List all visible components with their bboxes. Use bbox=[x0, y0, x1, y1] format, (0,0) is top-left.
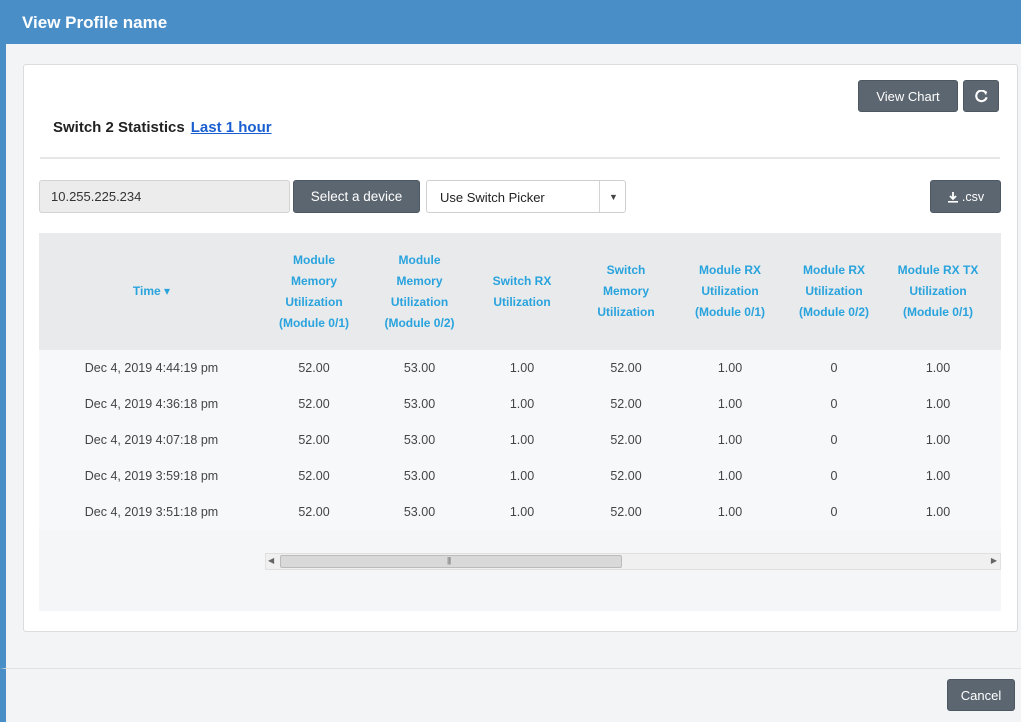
switch-picker-select[interactable]: Use Switch Picker ▼ bbox=[426, 180, 626, 213]
table-cell: 52.00 bbox=[610, 469, 642, 483]
table-cell: 52.00 bbox=[298, 397, 330, 411]
table-row: Dec 4, 2019 3:59:18 pm 52.00 53.00 1.00 … bbox=[39, 458, 1001, 494]
column-header-switch-rx[interactable]: Switch RX Utilization bbox=[471, 233, 573, 350]
table-cell: 1.00 bbox=[509, 469, 535, 483]
view-chart-button[interactable]: View Chart bbox=[858, 80, 958, 112]
table-cell: 52.00 bbox=[298, 469, 330, 483]
select-device-label: Select a device bbox=[310, 189, 403, 204]
table-cell: 0 bbox=[830, 505, 838, 519]
modal-title: View Profile name bbox=[22, 13, 168, 32]
modal-footer bbox=[0, 668, 1021, 722]
table-cell: 52.00 bbox=[298, 433, 330, 447]
view-chart-label: View Chart bbox=[876, 88, 940, 104]
modal-header: View Profile name bbox=[0, 0, 1021, 44]
column-header-label: Switch RX Utilization bbox=[492, 273, 552, 309]
cancel-button[interactable]: Cancel bbox=[947, 679, 1015, 711]
scroll-right-icon[interactable]: ▶ bbox=[991, 556, 997, 565]
column-header-module-rx-0-2[interactable]: Module RX Utilization (Module 0/2) bbox=[784, 233, 884, 350]
column-header-label: Module Memory Utilization (Module 0/2) bbox=[384, 252, 455, 330]
table-cell: 52.00 bbox=[298, 505, 330, 519]
table-cell: 53.00 bbox=[403, 433, 436, 447]
column-header-module-memory-0-1[interactable]: Module Memory Utilization (Module 0/1) bbox=[265, 233, 363, 350]
table-cell: 1.00 bbox=[717, 397, 743, 411]
cell-time: Dec 4, 2019 4:36:18 pm bbox=[84, 397, 219, 411]
cell-time: Dec 4, 2019 3:51:18 pm bbox=[84, 505, 219, 519]
table-cell: 1.00 bbox=[717, 433, 743, 447]
caret-down-icon[interactable]: ▼ bbox=[609, 192, 618, 202]
csv-export-button[interactable]: .csv bbox=[930, 180, 1001, 213]
table-cell: 0 bbox=[830, 397, 838, 411]
column-header-time[interactable]: Time ▾ bbox=[39, 233, 264, 350]
csv-label: .csv bbox=[961, 189, 985, 204]
table-row: Dec 4, 2019 3:51:18 pm 52.00 53.00 1.00 … bbox=[39, 494, 1001, 530]
switch-picker-value: Use Switch Picker bbox=[440, 190, 545, 205]
table-cell: 53.00 bbox=[403, 397, 436, 411]
cell-time: Dec 4, 2019 4:07:18 pm bbox=[84, 433, 219, 447]
time-range-link[interactable]: Last 1 hour bbox=[191, 119, 272, 136]
download-icon bbox=[947, 191, 958, 203]
divider bbox=[40, 157, 1000, 159]
table-cell: 1.00 bbox=[925, 361, 951, 375]
page-title: Switch 2 Statistics Last 1 hour bbox=[53, 119, 272, 136]
column-header-module-memory-0-2[interactable]: Module Memory Utilization (Module 0/2) bbox=[370, 233, 469, 350]
table-cell: 1.00 bbox=[717, 361, 743, 375]
scrollbar-thumb[interactable]: ||| bbox=[280, 555, 622, 568]
table-cell: 1.00 bbox=[925, 397, 951, 411]
column-header-label: Switch Memory Utilization bbox=[597, 263, 655, 319]
table-cell: 0 bbox=[830, 469, 838, 483]
horizontal-scrollbar[interactable]: ◀ ||| ▶ bbox=[265, 553, 1001, 570]
table-cell: 1.00 bbox=[509, 433, 535, 447]
table-cell: 52.00 bbox=[610, 397, 642, 411]
cancel-label: Cancel bbox=[960, 687, 1002, 703]
cell-time: Dec 4, 2019 4:44:19 pm bbox=[84, 361, 219, 375]
column-header-label: Module RX Utilization (Module 0/1) bbox=[694, 263, 765, 319]
refresh-button[interactable] bbox=[963, 80, 999, 112]
table-cell: 1.00 bbox=[925, 433, 951, 447]
table-cell: 1.00 bbox=[509, 361, 535, 375]
column-header-module-rx-0-1[interactable]: Module RX Utilization (Module 0/1) bbox=[679, 233, 781, 350]
table-cell: 53.00 bbox=[403, 469, 436, 483]
table-cell: 53.00 bbox=[403, 361, 436, 375]
table-cell: 1.00 bbox=[925, 469, 951, 483]
table-cell: 53.00 bbox=[403, 505, 436, 519]
table-cell: 1.00 bbox=[717, 505, 743, 519]
device-ip-field[interactable]: 10.255.225.234 bbox=[39, 180, 290, 213]
table-cell: 52.00 bbox=[610, 433, 642, 447]
column-header-label: Module RX Utilization (Module 0/2) bbox=[798, 263, 869, 319]
table-cell: 52.00 bbox=[298, 361, 330, 375]
column-header-label: Module Memory Utilization (Module 0/1) bbox=[278, 252, 349, 330]
table-cell: 1.00 bbox=[509, 397, 535, 411]
table-cell: 0 bbox=[830, 433, 838, 447]
table-row: Dec 4, 2019 4:07:18 pm 52.00 53.00 1.00 … bbox=[39, 422, 1001, 458]
picker-separator bbox=[599, 181, 600, 212]
table-cell: 52.00 bbox=[610, 361, 642, 375]
select-device-button[interactable]: Select a device bbox=[293, 180, 420, 213]
table-row: Dec 4, 2019 4:36:18 pm 52.00 53.00 1.00 … bbox=[39, 386, 1001, 422]
grip-icon: ||| bbox=[447, 556, 451, 565]
statistics-table: Time ▾ Module Memory Utilization (Module… bbox=[39, 233, 1001, 611]
scroll-left-icon[interactable]: ◀ bbox=[268, 556, 274, 565]
refresh-icon bbox=[974, 89, 988, 102]
column-header-label: Module RX TX Utilization (Module 0/1) bbox=[897, 263, 979, 319]
column-header-module-rx-tx-0-1[interactable]: Module RX TX Utilization (Module 0/1) bbox=[887, 233, 989, 350]
table-cell: 52.00 bbox=[610, 505, 642, 519]
table-header: Time ▾ Module Memory Utilization (Module… bbox=[39, 233, 1001, 350]
cell-time: Dec 4, 2019 3:59:18 pm bbox=[84, 469, 219, 483]
table-row: Dec 4, 2019 4:44:19 pm 52.00 53.00 1.00 … bbox=[39, 350, 1001, 386]
table-cell: 1.00 bbox=[717, 469, 743, 483]
column-header-switch-memory[interactable]: Switch Memory Utilization bbox=[575, 233, 677, 350]
table-cell: 1.00 bbox=[509, 505, 535, 519]
table-cell: 1.00 bbox=[925, 505, 951, 519]
table-cell: 0 bbox=[830, 361, 838, 375]
stats-title-text: Switch 2 Statistics bbox=[53, 119, 185, 136]
